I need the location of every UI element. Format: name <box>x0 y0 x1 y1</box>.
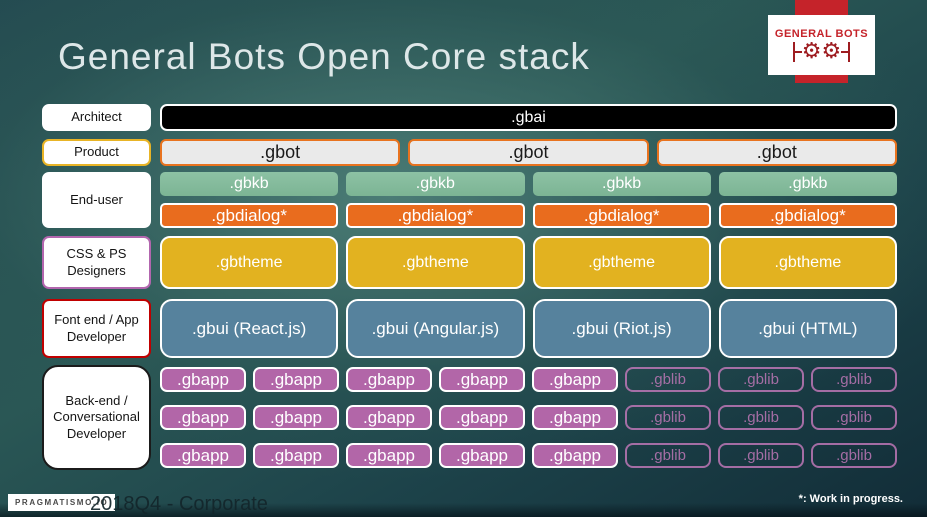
gbkb-row: .gbkb .gbkb .gbkb .gbkb <box>160 172 897 196</box>
gblib-box: .gblib <box>811 443 897 468</box>
gblib-box: .gblib <box>625 443 711 468</box>
footer-caption: 2018Q4 - Corporate <box>90 493 268 515</box>
gear-line-icon <box>794 50 802 53</box>
logo-brand-text: GENERAL BOTS <box>774 27 869 40</box>
gbtheme-box: .gbtheme <box>532 236 711 289</box>
gblib-box: .gblib <box>718 443 804 468</box>
gblib-box: .gblib <box>811 405 897 430</box>
general-bots-logo: GENERAL BOTS ⚙⚙ <box>768 15 875 75</box>
row-label-product: Product <box>42 139 151 166</box>
gbapp-box: .gbapp <box>439 367 525 392</box>
gbtheme-box: .gbtheme <box>718 236 897 289</box>
gbapp-box: .gbapp <box>160 405 246 430</box>
gbapp-box: .gbapp <box>439 443 525 468</box>
row-label-frontend-developer: Font end / App Developer <box>42 299 151 358</box>
gear-bar-icon <box>848 41 851 62</box>
gblib-box: .gblib <box>625 405 711 430</box>
gbkb-box: .gbkb <box>718 172 897 196</box>
row-label-designers: CSS & PS Designers <box>42 236 151 289</box>
gear-glyphs-icon: ⚙⚙ <box>801 38 842 64</box>
row-label-end-user: End-user <box>42 172 151 228</box>
gbkb-box: .gbkb <box>532 172 711 196</box>
work-in-progress-note: *: Work in progress. <box>798 493 903 505</box>
gbapp-gblib-row-2: .gbapp .gbapp .gbapp .gbapp .gbapp .gblib .gbl… <box>160 405 897 430</box>
gbot-box: .gbot <box>408 139 649 166</box>
gbapp-gblib-row-3: .gbapp .gbapp .gbapp .gbapp .gbapp .gblib .gbl… <box>160 443 897 468</box>
gbapp-box: .gbapp <box>532 405 618 430</box>
gbapp-box: .gbapp <box>439 405 525 430</box>
gbdialog-box: .gbdialog* <box>346 203 525 228</box>
gbui-box: .gbui (Angular.js) <box>346 299 525 358</box>
gbtheme-box: .gbtheme <box>160 236 339 289</box>
gbapp-gblib-row-1: .gbapp .gbapp .gbapp .gbapp .gbapp .gblib .gbl… <box>160 367 897 392</box>
gbai-box: .gbai <box>160 104 897 131</box>
gbapp-box: .gbapp <box>160 367 246 392</box>
gears-icon: ⚙⚙ <box>792 38 851 64</box>
gbdialog-box: .gbdialog* <box>532 203 711 228</box>
row-label-backend-developer: Back-end / Conversational Developer <box>42 365 151 470</box>
gbot-box: .gbot <box>160 139 401 166</box>
gbui-row: .gbui (React.js) .gbui (Angular.js) .gbui … <box>160 299 897 358</box>
gbapp-box: .gbapp <box>253 443 339 468</box>
gbtheme-box: .gbtheme <box>346 236 525 289</box>
gbapp-box: .gbapp <box>253 367 339 392</box>
slide: General Bots Open Core stack GENERAL BOT… <box>0 0 927 517</box>
gbapp-box: .gbapp <box>346 367 432 392</box>
gbdialog-row: .gbdialog* .gbdialog* .gbdialog* .gbdialog* <box>160 203 897 228</box>
gbot-row: .gbot .gbot .gbot <box>160 139 897 166</box>
gbkb-box: .gbkb <box>160 172 339 196</box>
gblib-box: .gblib <box>718 367 804 392</box>
gbapp-box: .gbapp <box>532 367 618 392</box>
gbui-box: .gbui (Riot.js) <box>532 299 711 358</box>
gbapp-box: .gbapp <box>346 443 432 468</box>
gblib-box: .gblib <box>625 367 711 392</box>
gbtheme-row: .gbtheme .gbtheme .gbtheme .gbtheme <box>160 236 897 289</box>
gblib-box: .gblib <box>811 367 897 392</box>
gear-line-icon <box>841 50 849 53</box>
gbapp-box: .gbapp <box>346 405 432 430</box>
gbkb-box: .gbkb <box>346 172 525 196</box>
page-title: General Bots Open Core stack <box>58 36 590 77</box>
gbot-box: .gbot <box>656 139 897 166</box>
gbapp-box: .gbapp <box>160 443 246 468</box>
gbui-box: .gbui (React.js) <box>160 299 339 358</box>
row-label-architect: Architect <box>42 104 151 131</box>
gbui-box: .gbui (HTML) <box>718 299 897 358</box>
gblib-box: .gblib <box>718 405 804 430</box>
gbapp-box: .gbapp <box>532 443 618 468</box>
gbdialog-box: .gbdialog* <box>160 203 339 228</box>
gbdialog-box: .gbdialog* <box>718 203 897 228</box>
gbapp-box: .gbapp <box>253 405 339 430</box>
gbai-row: .gbai <box>160 104 897 131</box>
